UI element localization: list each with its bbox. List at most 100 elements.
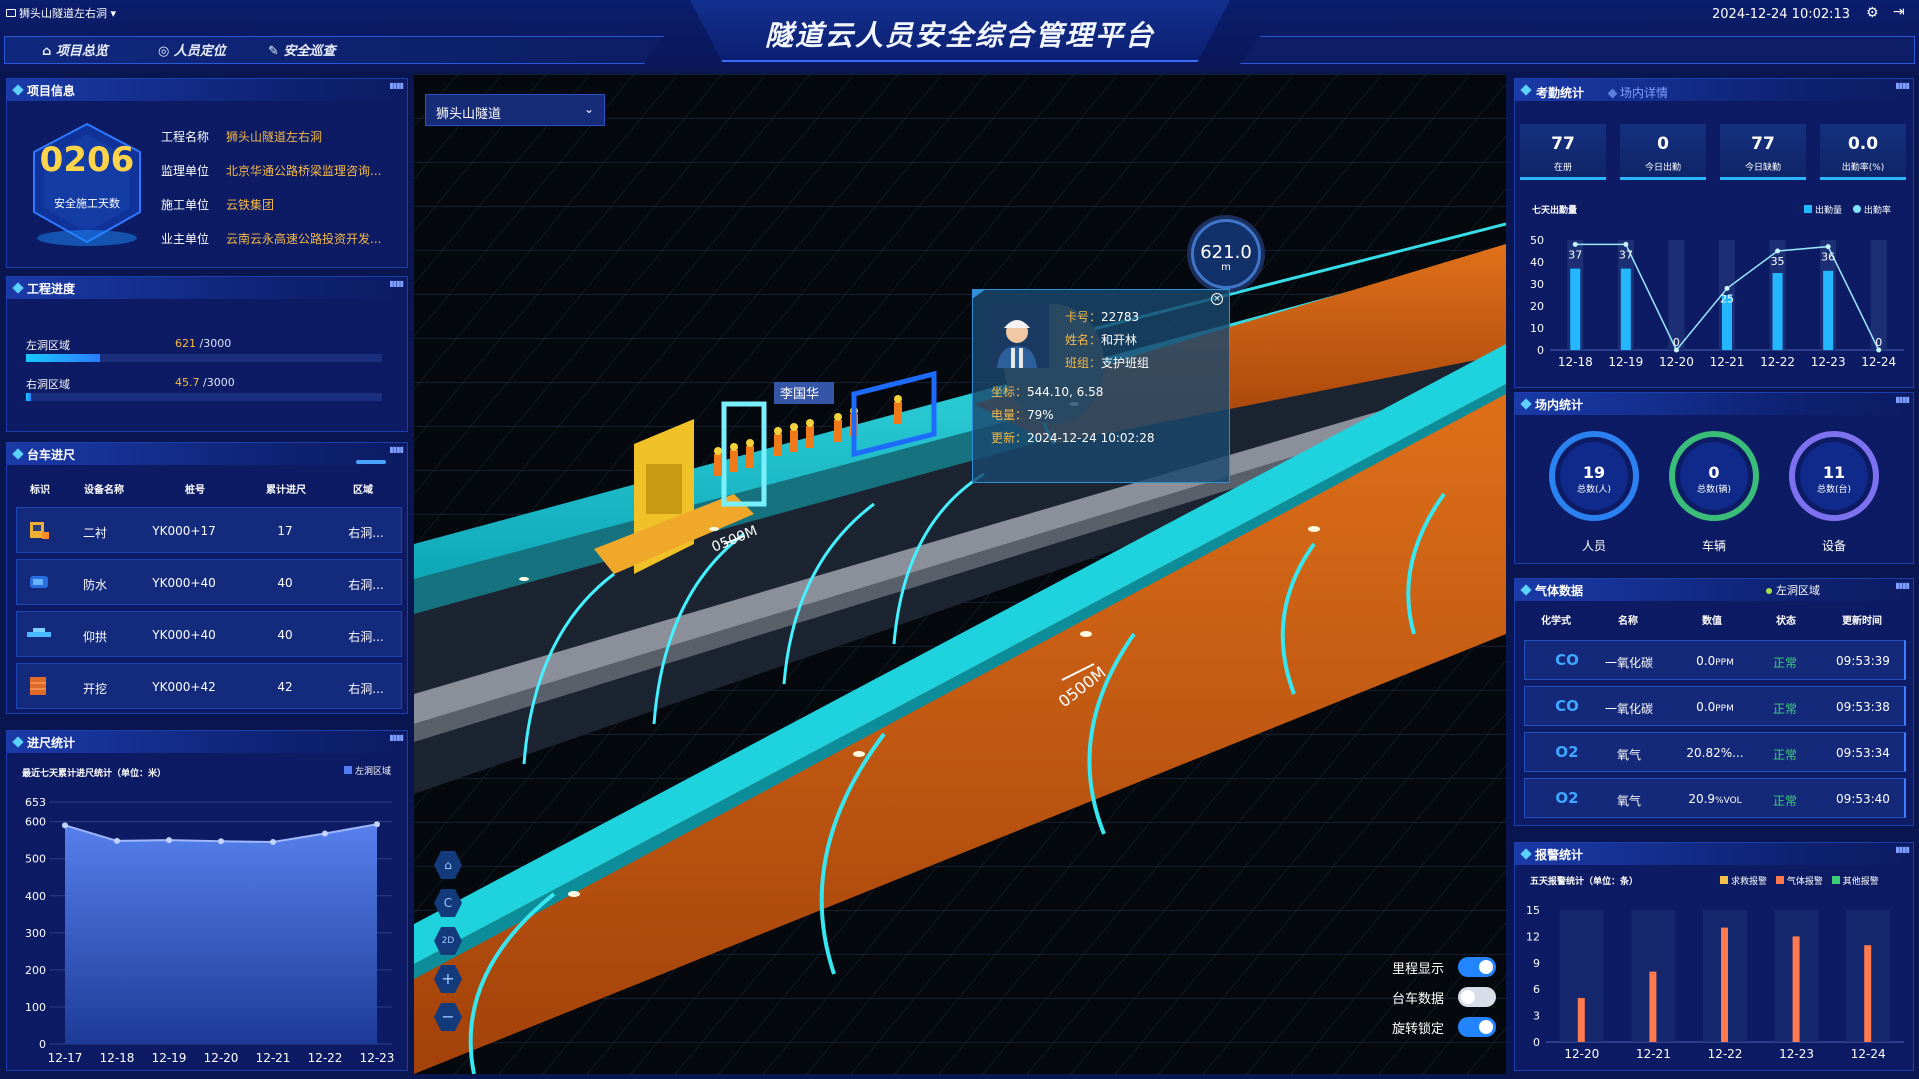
x-tick-label: 12-19 bbox=[1608, 355, 1643, 369]
tab-attendance[interactable]: 考勤统计 bbox=[1536, 84, 1584, 101]
info-key-contractor: 施工单位 bbox=[161, 198, 210, 212]
settings-icon[interactable]: ⚙ bbox=[1866, 5, 1879, 21]
x-tick-label: 12-22 bbox=[1708, 1047, 1743, 1061]
data-point bbox=[62, 822, 68, 829]
progress-label-left: 左洞区域 bbox=[26, 339, 70, 352]
info-key-supervisor: 监理单位 bbox=[161, 164, 210, 178]
progress-track-left bbox=[26, 354, 382, 362]
x-tick-label: 12-19 bbox=[152, 1051, 187, 1065]
y-tick-label: 10 bbox=[1530, 322, 1544, 335]
y-tick-label: 100 bbox=[25, 1001, 46, 1014]
y-tick-label: 0 bbox=[1537, 344, 1544, 357]
data-point bbox=[322, 830, 328, 837]
rotation-lock-toggle[interactable] bbox=[1458, 1017, 1496, 1037]
progress-track-right bbox=[26, 393, 382, 401]
worker-update-time: 2024-12-24 10:02:28 bbox=[1027, 431, 1155, 445]
legend-swatch bbox=[1831, 876, 1840, 884]
gas-th-value: 数值 bbox=[1702, 616, 1722, 627]
trolley-row[interactable]: 仰拱 YK000+40 40 右洞... bbox=[16, 611, 402, 657]
panel-header: 台车进尺 ▮▮▮▮ bbox=[7, 443, 407, 465]
gas-row[interactable]: CO 一氧化碳 0.0PPM 正常 09:53:39 bbox=[1524, 640, 1906, 680]
info-key-owner: 业主单位 bbox=[161, 232, 210, 246]
rate-point bbox=[1572, 241, 1578, 247]
location-icon: ◎ bbox=[158, 44, 170, 59]
info-val-contractor: 云铁集团 bbox=[226, 198, 275, 212]
datetime: 2024-12-24 10:02:13 bbox=[1712, 7, 1851, 22]
home-icon: ⌂ bbox=[42, 44, 52, 59]
tunnel-select[interactable]: 狮头山隧道 ⌄ bbox=[425, 94, 605, 126]
panel-header: 工程进度 ▮▮▮▮ bbox=[7, 277, 407, 299]
project-selector[interactable]: 狮头山隧道左右洞 ▾ bbox=[6, 5, 116, 21]
diamond-icon bbox=[1520, 398, 1532, 410]
data-label: 37 bbox=[1568, 248, 1582, 261]
worker-battery: 79% bbox=[1027, 408, 1054, 422]
bar bbox=[1721, 927, 1728, 1042]
folder-icon bbox=[6, 9, 16, 17]
rate-point bbox=[1724, 285, 1730, 291]
gas-area-label[interactable]: 左洞区域 bbox=[1766, 582, 1820, 598]
trolley-data-toggle[interactable] bbox=[1458, 987, 1496, 1007]
diamond-icon bbox=[1607, 88, 1618, 99]
info-val-supervisor: 北京华通公路桥梁监理咨询... bbox=[226, 164, 382, 178]
trolley-row[interactable]: 二衬 YK000+17 17 右洞... bbox=[16, 507, 402, 553]
nav-personnel-location[interactable]: ◎ 人员定位 bbox=[158, 40, 226, 59]
y-tick-label: 9 bbox=[1533, 957, 1540, 970]
x-tick-label: 12-23 bbox=[360, 1051, 395, 1065]
data-label: 25 bbox=[1720, 292, 1734, 305]
attendance-legend: 出勤量 出勤率 bbox=[1804, 203, 1891, 216]
tunnel-3d-scene[interactable]: 0500M 0500M 李国华 bbox=[414, 74, 1506, 1074]
ring-sublabel: 总数(辆) bbox=[1697, 483, 1731, 495]
y-tick-label: 653 bbox=[25, 796, 46, 809]
worker-tag[interactable]: 李国华 bbox=[780, 387, 819, 402]
panel-header: 报警统计 ▮▮▮▮ bbox=[1515, 843, 1913, 865]
x-tick-label: 12-20 bbox=[204, 1051, 239, 1065]
attendance-chart-title: 七天出勤量 bbox=[1532, 206, 1578, 216]
diamond-icon bbox=[12, 84, 24, 96]
data-point bbox=[166, 837, 172, 844]
diamond-icon bbox=[12, 736, 24, 748]
trolley-row[interactable]: 开挖 YK000+42 42 右洞... bbox=[16, 663, 402, 709]
trolley-row[interactable]: 防水 YK000+40 40 右洞... bbox=[16, 559, 402, 605]
status-dot bbox=[1766, 588, 1772, 594]
x-tick-label: 12-22 bbox=[308, 1051, 343, 1065]
progress-label-right: 右洞区域 bbox=[26, 378, 70, 391]
chevron-down-icon: ▾ bbox=[110, 7, 117, 20]
gas-row[interactable]: CO 一氧化碳 0.0PPM 正常 09:53:38 bbox=[1524, 686, 1906, 726]
y-tick-label: 0 bbox=[1533, 1036, 1540, 1049]
data-label: 35 bbox=[1771, 255, 1785, 268]
bar bbox=[1792, 936, 1800, 1042]
mileage-toggle[interactable] bbox=[1458, 957, 1496, 977]
bar-track bbox=[1668, 240, 1685, 350]
panel-header: 进尺统计 ▮▮▮▮ bbox=[7, 731, 407, 753]
nav-safety-patrol[interactable]: ✎ 安全巡查 bbox=[268, 40, 335, 59]
info-val-project-name: 狮头山隧道左右洞 bbox=[226, 130, 323, 144]
mileage-unit: m bbox=[1221, 262, 1231, 273]
diamond-icon bbox=[1520, 848, 1532, 860]
panel-header: 场内统计 ▮▮▮▮ bbox=[1515, 393, 1913, 415]
y-tick-label: 20 bbox=[1530, 300, 1544, 313]
data-point bbox=[374, 821, 380, 828]
attendance-chart: 0 10 20 30 40 50 12-18 12-19 12-20 12-21 12-22 12-2… bbox=[1530, 234, 1904, 369]
trolley-scroll-indicator[interactable] bbox=[356, 460, 386, 464]
x-tick-label: 12-21 bbox=[256, 1051, 291, 1065]
bar bbox=[1577, 998, 1585, 1042]
gas-row[interactable]: O2 氧气 20.9%VOL 正常 09:53:40 bbox=[1524, 778, 1906, 818]
logout-icon[interactable]: ⇥ bbox=[1893, 4, 1905, 20]
diamond-icon bbox=[12, 282, 24, 294]
ring-sublabel: 总数(人) bbox=[1577, 483, 1611, 495]
y-tick-label: 600 bbox=[25, 816, 46, 829]
x-tick-label: 12-18 bbox=[100, 1051, 135, 1065]
close-icon[interactable]: × bbox=[1211, 293, 1223, 305]
legend-swatch bbox=[1720, 876, 1728, 884]
stat-today-present: 0 今日出勤 bbox=[1620, 124, 1706, 180]
y-tick-label: 6 bbox=[1533, 983, 1540, 996]
trolley-th-area: 区域 bbox=[353, 485, 373, 496]
toggle-label-mileage: 里程显示 bbox=[1392, 962, 1445, 977]
gas-row[interactable]: O2 氧气 20.82%... 正常 09:53:34 bbox=[1524, 732, 1906, 772]
tab-site-detail[interactable]: 场内详情 bbox=[1607, 84, 1668, 101]
trolley-th-device: 设备名称 bbox=[84, 485, 124, 496]
diamond-icon bbox=[1520, 84, 1532, 96]
nav-project-overview[interactable]: ⌂ 项目总览 bbox=[42, 40, 108, 59]
x-tick-label: 12-17 bbox=[48, 1051, 83, 1065]
mileage-value: 621.0 bbox=[1200, 242, 1252, 263]
